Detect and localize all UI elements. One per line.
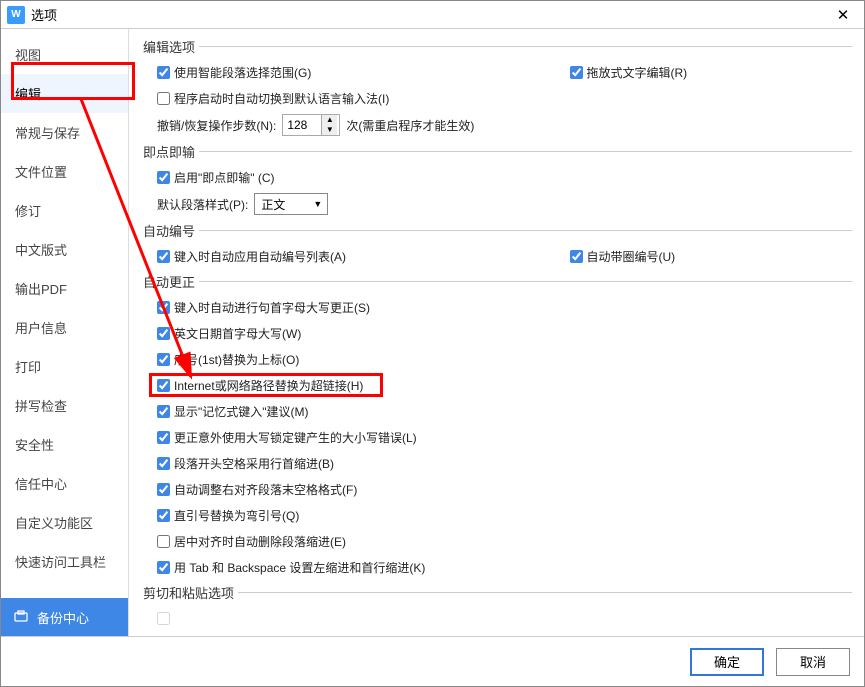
- sidebar-item-11[interactable]: 信任中心: [1, 464, 128, 503]
- checkbox-input[interactable]: [157, 535, 170, 548]
- options-window: W 选项 ✕ 视图编辑常规与保存文件位置修订中文版式输出PDF用户信息打印拼写检…: [0, 0, 865, 687]
- undo-suffix: 次(需重启程序才能生效): [346, 117, 474, 134]
- default-style-label: 默认段落样式(P):: [157, 196, 248, 213]
- checkbox-input[interactable]: [157, 612, 170, 625]
- app-icon: W: [7, 6, 25, 24]
- checkbox-cut-option[interactable]: [157, 610, 258, 627]
- checkbox-input[interactable]: [157, 353, 170, 366]
- checkbox-autocorrect-2[interactable]: 序号(1st)替换为上标(O): [157, 351, 299, 368]
- ok-button[interactable]: 确定: [690, 648, 764, 676]
- checkbox-smart-paragraph[interactable]: 使用智能段落选择范围(G): [157, 64, 412, 81]
- checkbox-autocorrect-4[interactable]: 显示"记忆式键入"建议(M): [157, 403, 309, 420]
- checkbox-input[interactable]: [570, 66, 583, 79]
- checkbox-auto-ime[interactable]: 程序启动时自动切换到默认语言输入法(I): [157, 90, 389, 107]
- sidebar-item-0[interactable]: 视图: [1, 35, 128, 74]
- checkbox-input[interactable]: [157, 301, 170, 314]
- checkbox-input[interactable]: [157, 431, 170, 444]
- group-title: 剪切和粘贴选项: [143, 583, 234, 602]
- sidebar-item-1[interactable]: 编辑: [1, 74, 128, 113]
- sidebar-item-6[interactable]: 输出PDF: [1, 269, 128, 308]
- checkbox-input[interactable]: [157, 509, 170, 522]
- divider: [199, 46, 852, 47]
- checkbox-autocorrect-3[interactable]: Internet或网络路径替换为超链接(H): [157, 377, 363, 394]
- group-clip-paste: 剪切和粘贴选项: [143, 583, 852, 628]
- checkbox-input[interactable]: [157, 327, 170, 340]
- backup-label: 备份中心: [37, 608, 89, 627]
- group-title: 自动编号: [143, 221, 195, 240]
- checkbox-autocorrect-8[interactable]: 直引号替换为弯引号(Q): [157, 507, 299, 524]
- sidebar-item-3[interactable]: 文件位置: [1, 152, 128, 191]
- group-edit-options: 编辑选项 使用智能段落选择范围(G): [143, 37, 852, 136]
- checkbox-input[interactable]: [157, 457, 170, 470]
- titlebar: W 选项 ✕: [1, 1, 864, 29]
- sidebar-item-10[interactable]: 安全性: [1, 425, 128, 464]
- checkbox-autocorrect-9[interactable]: 居中对齐时自动删除段落缩进(E): [157, 533, 346, 550]
- undo-steps-spinner[interactable]: ▲ ▼: [282, 114, 340, 136]
- divider: [199, 281, 852, 282]
- divider: [199, 230, 852, 231]
- checkbox-input[interactable]: [157, 379, 170, 392]
- divider: [199, 151, 852, 152]
- undo-steps-label: 撤销/恢复操作步数(N):: [157, 117, 276, 134]
- backup-icon: [13, 609, 29, 625]
- checkbox-auto-circle[interactable]: 自动带圈编号(U): [570, 248, 825, 265]
- dialog-body: 视图编辑常规与保存文件位置修订中文版式输出PDF用户信息打印拼写检查安全性信任中…: [1, 29, 864, 636]
- sidebar-item-12[interactable]: 自定义功能区: [1, 503, 128, 542]
- window-title: 选项: [31, 5, 828, 24]
- group-click-type: 即点即输 启用"即点即输" (C) 默认段落样式(P): 正文: [143, 142, 852, 215]
- content-pane: 编辑选项 使用智能段落选择范围(G): [129, 29, 864, 636]
- checkbox-input[interactable]: [157, 483, 170, 496]
- sidebar-item-9[interactable]: 拼写检查: [1, 386, 128, 425]
- undo-steps-input[interactable]: [283, 118, 321, 132]
- sidebar-item-7[interactable]: 用户信息: [1, 308, 128, 347]
- checkbox-enable-clicktype[interactable]: 启用"即点即输" (C): [157, 169, 275, 186]
- sidebar-item-13[interactable]: 快速访问工具栏: [1, 542, 128, 581]
- checkbox-autocorrect-5[interactable]: 更正意外使用大写锁定键产生的大小写错误(L): [157, 429, 417, 446]
- checkbox-input[interactable]: [157, 405, 170, 418]
- sidebar: 视图编辑常规与保存文件位置修订中文版式输出PDF用户信息打印拼写检查安全性信任中…: [1, 29, 129, 636]
- checkbox-autocorrect-1[interactable]: 英文日期首字母大写(W): [157, 325, 301, 342]
- checkbox-drag-edit[interactable]: 拖放式文字编辑(R): [570, 64, 825, 81]
- sidebar-item-2[interactable]: 常规与保存: [1, 113, 128, 152]
- checkbox-input[interactable]: [157, 66, 170, 79]
- checkbox-input[interactable]: [157, 250, 170, 263]
- group-title: 自动更正: [143, 272, 195, 291]
- checkbox-autocorrect-7[interactable]: 自动调整右对齐段落末空格格式(F): [157, 481, 357, 498]
- checkbox-autocorrect-0[interactable]: 键入时自动进行句首字母大写更正(S): [157, 299, 370, 316]
- divider: [238, 592, 852, 593]
- close-button[interactable]: ✕: [828, 1, 858, 29]
- checkbox-input[interactable]: [157, 171, 170, 184]
- group-auto-correct: 自动更正 键入时自动进行句首字母大写更正(S) 英文日期首字母大写(W) 序号(1s…: [143, 272, 852, 577]
- checkbox-input[interactable]: [570, 250, 583, 263]
- dialog-footer: 确定 取消: [1, 636, 864, 686]
- chevron-down-icon: ▼: [308, 199, 327, 209]
- sidebar-item-5[interactable]: 中文版式: [1, 230, 128, 269]
- group-auto-number: 自动编号 键入时自动应用自动编号列表(A): [143, 221, 852, 266]
- group-title: 编辑选项: [143, 37, 195, 56]
- checkbox-autocorrect-6[interactable]: 段落开头空格采用行首缩进(B): [157, 455, 334, 472]
- select-value: 正文: [261, 196, 285, 213]
- checkbox-auto-apply-list[interactable]: 键入时自动应用自动编号列表(A): [157, 248, 412, 265]
- sidebar-item-8[interactable]: 打印: [1, 347, 128, 386]
- backup-center-button[interactable]: 备份中心: [1, 598, 128, 636]
- spin-up-icon[interactable]: ▲: [322, 115, 337, 125]
- default-style-select[interactable]: 正文 ▼: [254, 193, 328, 215]
- sidebar-item-4[interactable]: 修订: [1, 191, 128, 230]
- cancel-button[interactable]: 取消: [776, 648, 850, 676]
- checkbox-input[interactable]: [157, 561, 170, 574]
- checkbox-input[interactable]: [157, 92, 170, 105]
- checkbox-autocorrect-10[interactable]: 用 Tab 和 Backspace 设置左缩进和首行缩进(K): [157, 559, 425, 576]
- group-title: 即点即输: [143, 142, 195, 161]
- spin-down-icon[interactable]: ▼: [322, 125, 337, 135]
